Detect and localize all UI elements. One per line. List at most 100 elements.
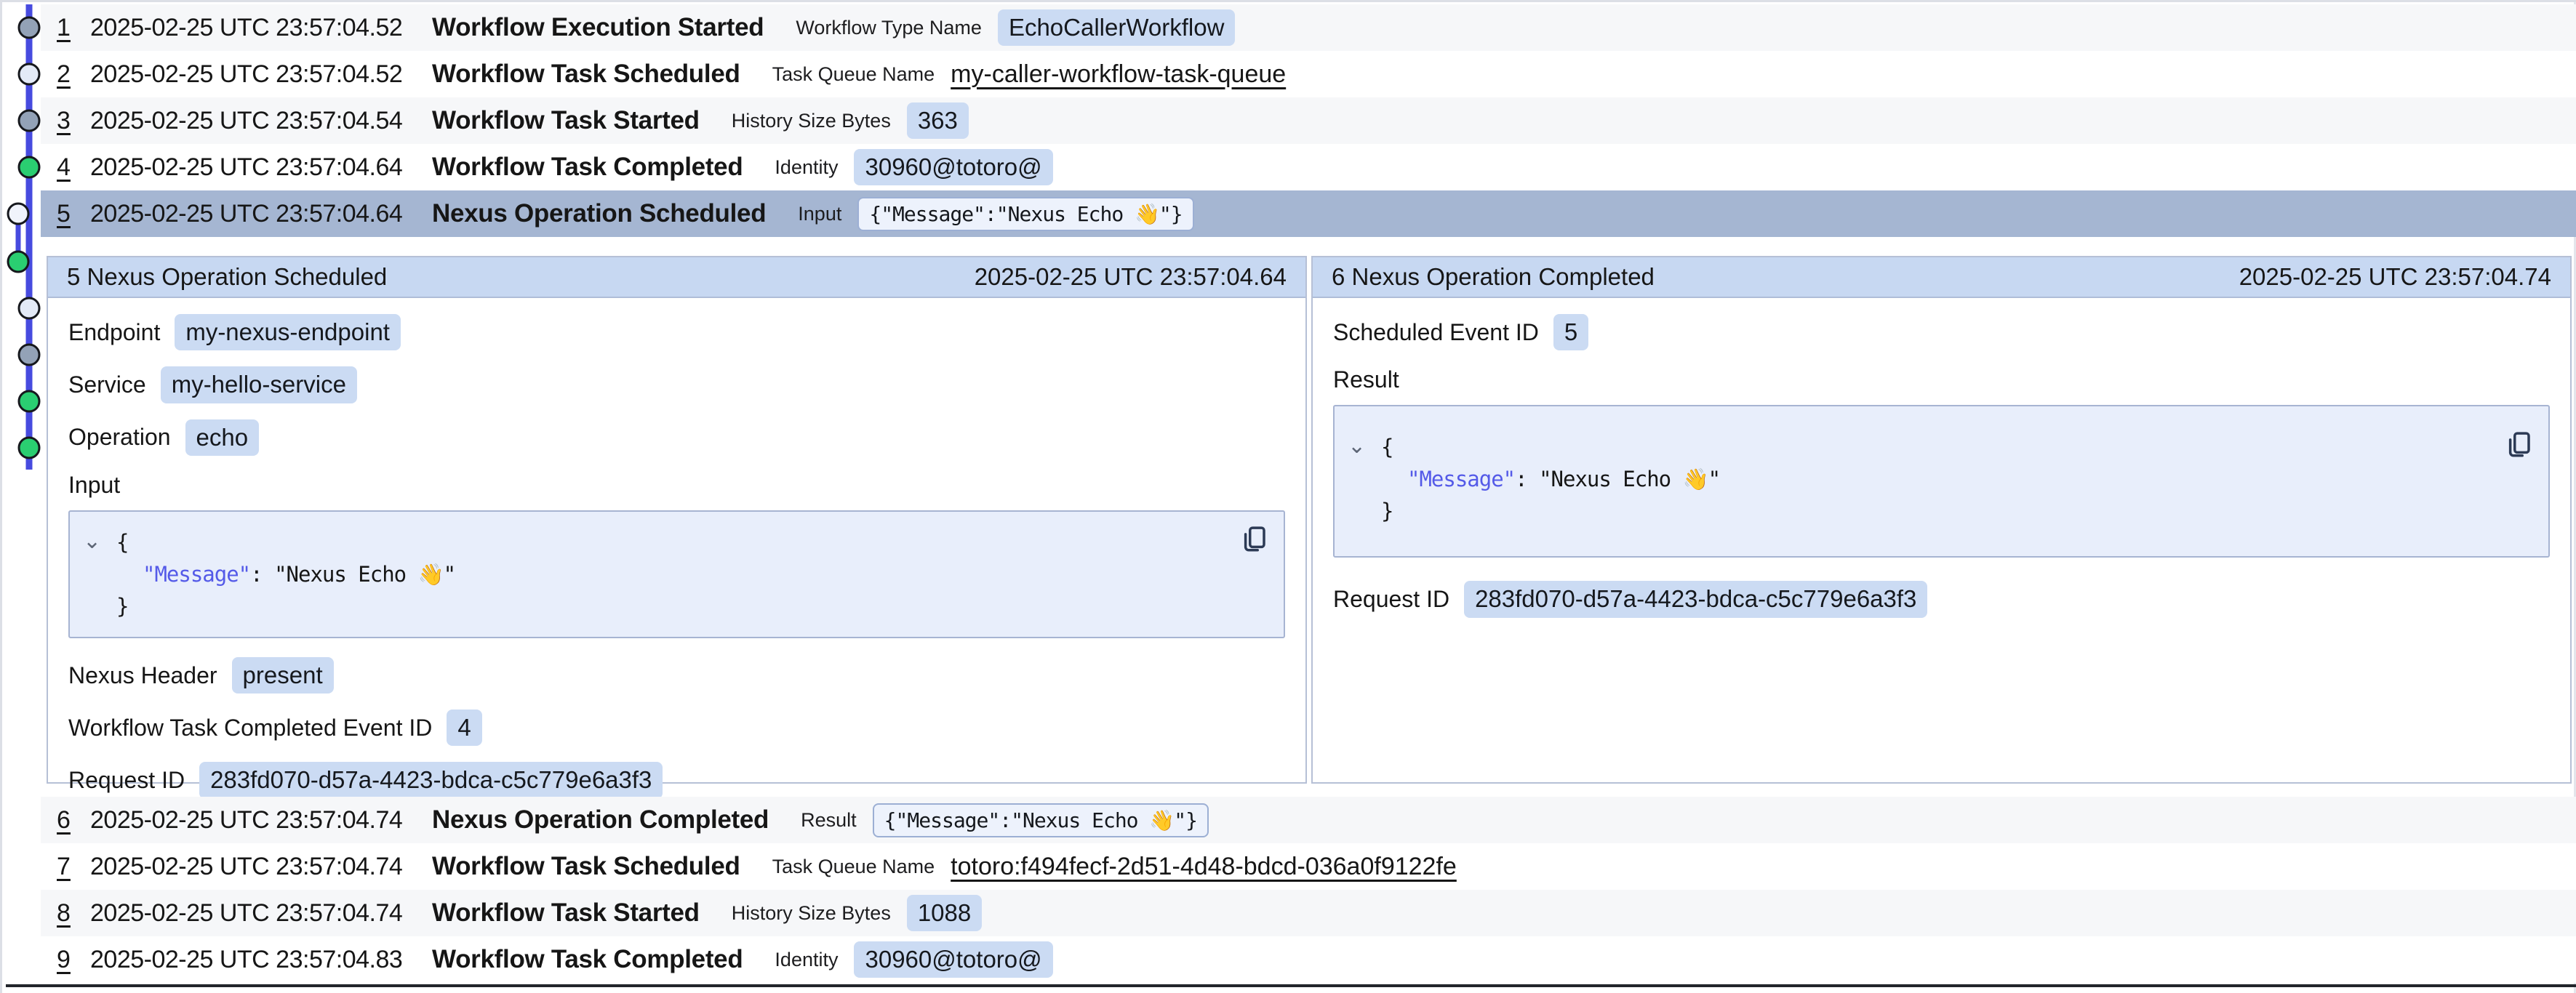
event-meta-label: Workflow Type Name	[796, 17, 982, 39]
panel-timestamp: 2025-02-25 UTC 23:57:04.64	[975, 263, 1287, 291]
timeline-dot	[19, 298, 39, 318]
input-label: Input	[68, 472, 1285, 499]
event-id-link[interactable]: 5	[57, 200, 90, 228]
service-badge: my-hello-service	[161, 366, 357, 403]
wft-completed-event-id-label: Workflow Task Completed Event ID	[68, 715, 432, 741]
timeline-dot	[19, 64, 39, 84]
operation-label: Operation	[68, 424, 171, 451]
wft-completed-event-id-badge: 4	[447, 709, 481, 746]
event-timestamp: 2025-02-25 UTC 23:57:04.74	[90, 806, 432, 835]
event-name: Workflow Task Started	[432, 106, 700, 135]
json-key: "Message"	[1407, 467, 1515, 491]
task-queue-link[interactable]: my-caller-workflow-task-queue	[951, 60, 1286, 89]
event-meta-label: Task Queue Name	[772, 856, 935, 878]
event-rows-top: 1 2025-02-25 UTC 23:57:04.52 Workflow Ex…	[41, 4, 2576, 237]
event-row-6[interactable]: 6 2025-02-25 UTC 23:57:04.74 Nexus Opera…	[41, 797, 2576, 843]
json-key: "Message"	[143, 562, 250, 587]
copy-icon	[1239, 523, 1269, 554]
timeline-dot	[8, 252, 28, 272]
event-name: Nexus Operation Scheduled	[432, 199, 766, 228]
event-timestamp: 2025-02-25 UTC 23:57:04.64	[90, 200, 432, 228]
request-id-badge: 283fd070-d57a-4423-bdca-c5c779e6a3f3	[1464, 581, 1927, 617]
collapse-chevron-icon[interactable]: ⌄	[1348, 435, 1365, 457]
event-timestamp: 2025-02-25 UTC 23:57:04.74	[90, 853, 432, 881]
panel-title: 6 Nexus Operation Completed	[1332, 263, 1655, 291]
panel-timestamp: 2025-02-25 UTC 23:57:04.74	[2239, 263, 2551, 291]
endpoint-badge: my-nexus-endpoint	[175, 314, 401, 350]
event-timestamp: 2025-02-25 UTC 23:57:04.74	[90, 899, 432, 928]
event-timestamp: 2025-02-25 UTC 23:57:04.64	[90, 153, 432, 182]
json-value: "Nexus Echo 👋"	[274, 562, 455, 587]
event-meta-badge: 363	[907, 102, 969, 139]
nexus-completed-panel: 6 Nexus Operation Completed 2025-02-25 U…	[1311, 256, 2572, 784]
bottom-divider	[6, 984, 2576, 987]
event-meta-badge: 1088	[907, 895, 982, 931]
request-id-label: Request ID	[1333, 586, 1449, 613]
collapse-chevron-icon[interactable]: ⌄	[83, 531, 100, 552]
timeline-dot	[19, 345, 39, 365]
panel-header[interactable]: 5 Nexus Operation Scheduled 2025-02-25 U…	[48, 257, 1305, 298]
event-name: Nexus Operation Completed	[432, 805, 769, 835]
event-id-link[interactable]: 9	[57, 946, 90, 974]
event-meta-label: Identity	[775, 949, 838, 971]
result-label: Result	[1333, 366, 2550, 393]
event-id-link[interactable]: 4	[57, 153, 90, 182]
timeline-dot	[19, 391, 39, 411]
copy-icon	[2503, 429, 2534, 459]
event-row-9[interactable]: 9 2025-02-25 UTC 23:57:04.83 Workflow Ta…	[41, 936, 2576, 983]
event-name: Workflow Task Completed	[432, 153, 743, 182]
event-id-link[interactable]: 8	[57, 899, 90, 928]
event-meta-label: Result	[801, 809, 857, 832]
event-row-8[interactable]: 8 2025-02-25 UTC 23:57:04.74 Workflow Ta…	[41, 890, 2576, 936]
event-detail-panels: 5 Nexus Operation Scheduled 2025-02-25 U…	[47, 256, 2572, 784]
event-timestamp: 2025-02-25 UTC 23:57:04.52	[90, 60, 432, 89]
event-meta-label: Task Queue Name	[772, 63, 935, 86]
timeline-dot	[19, 110, 39, 131]
timeline-dot	[8, 204, 28, 224]
panel-header[interactable]: 6 Nexus Operation Completed 2025-02-25 U…	[1313, 257, 2570, 298]
event-timestamp: 2025-02-25 UTC 23:57:04.54	[90, 107, 432, 135]
panel-title: 5 Nexus Operation Scheduled	[67, 263, 387, 291]
event-id-link[interactable]: 6	[57, 806, 90, 835]
event-row-7[interactable]: 7 2025-02-25 UTC 23:57:04.74 Workflow Ta…	[41, 843, 2576, 890]
event-meta-badge: EchoCallerWorkflow	[998, 9, 1235, 46]
copy-button[interactable]	[1237, 523, 1271, 557]
event-history-view: 1 2025-02-25 UTC 23:57:04.52 Workflow Ex…	[0, 0, 2576, 993]
task-queue-link[interactable]: totoro:f494fecf-2d51-4d48-bdcd-036a0f912…	[951, 853, 1457, 881]
event-name: Workflow Task Started	[432, 898, 700, 928]
event-row-1[interactable]: 1 2025-02-25 UTC 23:57:04.52 Workflow Ex…	[41, 4, 2576, 51]
event-timestamp: 2025-02-25 UTC 23:57:04.52	[90, 14, 432, 42]
event-json-chip: {"Message":"Nexus Echo 👋"}	[857, 197, 1193, 231]
event-id-link[interactable]: 3	[57, 107, 90, 135]
event-row-5-selected[interactable]: 5 2025-02-25 UTC 23:57:04.64 Nexus Opera…	[41, 190, 2576, 237]
event-name: Workflow Task Completed	[432, 945, 743, 974]
event-meta-label: History Size Bytes	[732, 110, 891, 132]
event-name: Workflow Task Scheduled	[432, 852, 740, 881]
event-meta-label: Identity	[775, 156, 838, 179]
event-meta-label: History Size Bytes	[732, 902, 891, 925]
input-json-viewer: ⌄ { "Message": "Nexus Echo 👋" }	[68, 510, 1285, 638]
panel-body: Scheduled Event ID 5 Result ⌄ { "Message…	[1313, 298, 2570, 650]
scheduled-event-id-badge: 5	[1553, 314, 1588, 350]
event-id-link[interactable]: 2	[57, 60, 90, 89]
event-row-2[interactable]: 2 2025-02-25 UTC 23:57:04.52 Workflow Ta…	[41, 51, 2576, 97]
event-row-3[interactable]: 3 2025-02-25 UTC 23:57:04.54 Workflow Ta…	[41, 97, 2576, 144]
nexus-scheduled-panel: 5 Nexus Operation Scheduled 2025-02-25 U…	[47, 256, 1307, 784]
event-id-link[interactable]: 7	[57, 853, 90, 881]
nexus-header-label: Nexus Header	[68, 662, 217, 689]
event-json-chip: {"Message":"Nexus Echo 👋"}	[873, 803, 1209, 837]
event-name: Workflow Task Scheduled	[432, 60, 740, 89]
endpoint-label: Endpoint	[68, 319, 160, 346]
operation-badge: echo	[185, 419, 260, 456]
event-meta-badge: 30960@totoro@	[854, 941, 1052, 978]
event-timestamp: 2025-02-25 UTC 23:57:04.83	[90, 946, 432, 974]
event-meta-label: Input	[798, 203, 841, 225]
result-json-viewer: ⌄ { "Message": "Nexus Echo 👋" }	[1333, 405, 2550, 558]
copy-button[interactable]	[2502, 428, 2535, 462]
timeline-dot	[19, 17, 39, 38]
json-value: "Nexus Echo 👋"	[1539, 467, 1720, 491]
service-label: Service	[68, 371, 146, 398]
event-row-4[interactable]: 4 2025-02-25 UTC 23:57:04.64 Workflow Ta…	[41, 144, 2576, 190]
event-id-link[interactable]: 1	[57, 14, 90, 42]
timeline-dot	[19, 438, 39, 458]
